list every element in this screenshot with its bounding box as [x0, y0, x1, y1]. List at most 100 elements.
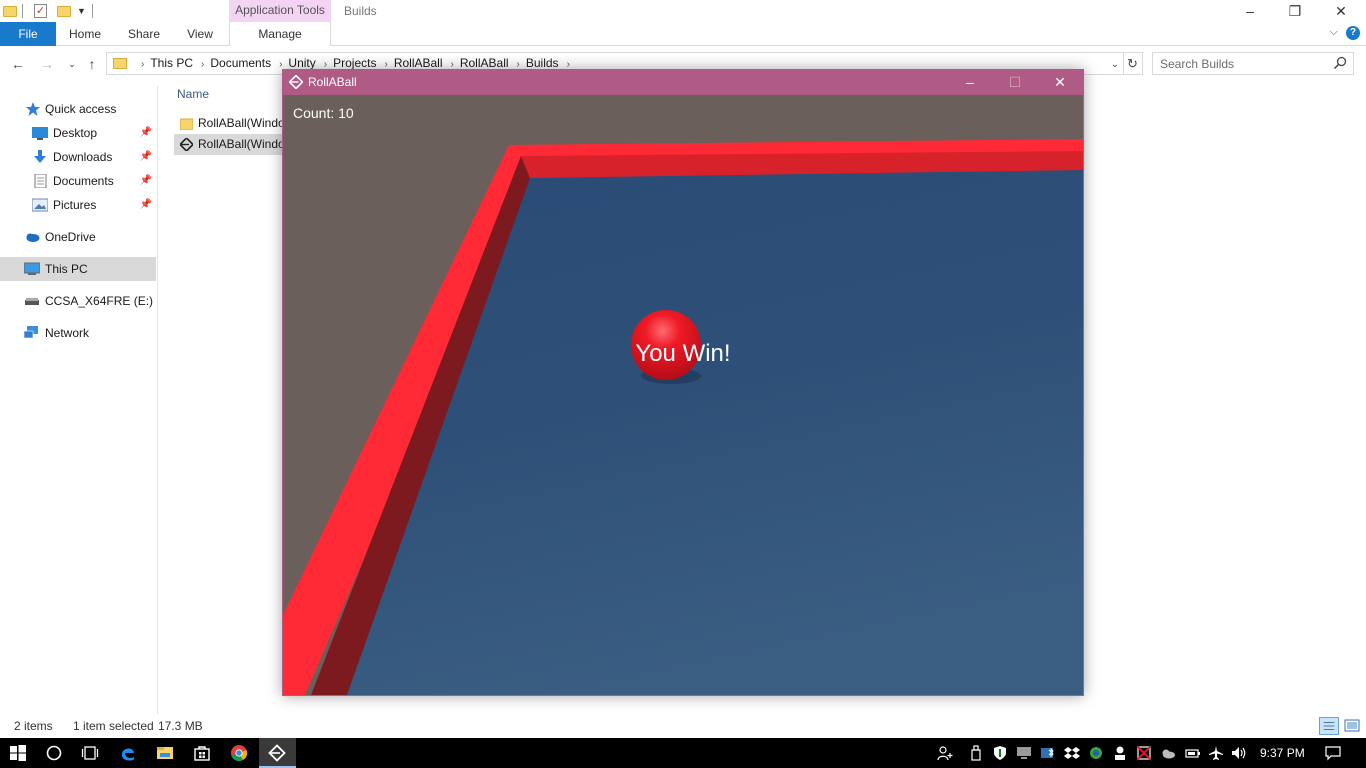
game-window: RollABall – ☐ ✕ Count: 10 You Win!: [282, 69, 1084, 696]
refresh-icon[interactable]: ↻: [1123, 52, 1143, 75]
action-center-icon[interactable]: [1325, 745, 1341, 761]
nav-item-label: Pictures: [53, 198, 97, 212]
nav-item-desktop[interactable]: Desktop 📌: [0, 121, 156, 145]
star-icon: [26, 102, 40, 116]
restore-button[interactable]: ❐: [1272, 0, 1318, 22]
breadcrumb-item[interactable]: Unity: [288, 56, 315, 70]
nav-item-drive[interactable]: CCSA_X64FRE (E:): [0, 289, 156, 313]
edge-icon: [121, 748, 134, 761]
help-icon[interactable]: ?: [1346, 26, 1360, 40]
status-bar: 2 items 1 item selected 17.3 MB: [0, 714, 1366, 738]
tab-manage[interactable]: Manage: [229, 22, 331, 46]
user-icon[interactable]: [1112, 745, 1128, 761]
taskbar-file-explorer[interactable]: [147, 738, 184, 768]
forward-arrow-icon[interactable]: →: [38, 55, 56, 73]
minimize-button[interactable]: –: [1227, 0, 1273, 22]
close-button[interactable]: ✕: [1037, 70, 1083, 95]
display-icon[interactable]: [1016, 745, 1032, 761]
breadcrumb-item[interactable]: RollABall: [460, 56, 509, 70]
chevron-down-icon[interactable]: ⌄: [1111, 54, 1119, 75]
large-icons-view-icon[interactable]: [1344, 717, 1360, 735]
back-arrow-icon[interactable]: ←: [9, 55, 27, 73]
expand-ribbon-icon[interactable]: ⌵: [1330, 26, 1338, 39]
item-count: 2 items: [14, 719, 53, 733]
folder-icon: [180, 118, 193, 130]
minimize-button[interactable]: –: [947, 70, 993, 95]
blocked-app-icon[interactable]: [1136, 745, 1152, 761]
pin-icon[interactable]: 📌: [140, 121, 152, 145]
new-folder-icon[interactable]: [57, 6, 71, 17]
pin-icon[interactable]: 📌: [140, 193, 152, 217]
window-title: Builds: [344, 4, 377, 18]
breadcrumb-item[interactable]: Builds: [526, 56, 559, 70]
battery-icon[interactable]: [1185, 745, 1201, 761]
nav-item-documents[interactable]: Documents 📌: [0, 169, 156, 193]
properties-icon[interactable]: ✓: [34, 4, 47, 18]
people-icon[interactable]: [937, 745, 953, 761]
nav-item-onedrive[interactable]: OneDrive: [0, 225, 156, 249]
nav-item-label: OneDrive: [45, 230, 96, 244]
column-header-name[interactable]: Name: [177, 87, 209, 101]
breadcrumb-item[interactable]: Documents: [210, 56, 271, 70]
nav-item-pictures[interactable]: Pictures 📌: [0, 193, 156, 217]
nav-item-downloads[interactable]: Downloads 📌: [0, 145, 156, 169]
tab-file[interactable]: File: [0, 22, 56, 46]
separator: [92, 4, 93, 18]
breadcrumb-item[interactable]: This PC: [150, 56, 193, 70]
security-shield-icon[interactable]: [992, 745, 1008, 761]
taskbar-chrome[interactable]: [221, 738, 258, 768]
breadcrumb-item[interactable]: RollABall: [394, 56, 443, 70]
pin-icon[interactable]: 📌: [140, 169, 152, 193]
search-input[interactable]: [1153, 53, 1323, 74]
document-icon: [34, 174, 47, 188]
desktop-icon: [32, 127, 48, 140]
download-icon: [34, 150, 46, 163]
list-item[interactable]: RollABall(Windo: [174, 134, 284, 155]
count-label: Count: 10: [293, 105, 354, 121]
taskbar-unity-game[interactable]: [259, 738, 296, 768]
volume-icon[interactable]: [1231, 745, 1247, 761]
recent-locations-icon[interactable]: ⌄: [63, 55, 81, 73]
nav-item-network[interactable]: Network: [0, 321, 156, 345]
breadcrumb-item[interactable]: Projects: [333, 56, 376, 70]
nav-item-quick-access[interactable]: Quick access: [0, 97, 156, 121]
close-button[interactable]: ✕: [1318, 0, 1364, 22]
clock[interactable]: 9:37 PM: [1260, 738, 1305, 768]
game-viewport[interactable]: Count: 10 You Win!: [283, 95, 1083, 695]
chevron-right-icon[interactable]: ›: [141, 59, 144, 70]
folder-icon: [3, 6, 17, 17]
nav-item-label: Network: [45, 326, 90, 340]
airplane-mode-icon[interactable]: [1208, 745, 1224, 761]
win-message: You Win!: [635, 340, 731, 367]
details-view-icon[interactable]: [1319, 717, 1339, 735]
list-item[interactable]: RollABall(Windo: [174, 113, 284, 134]
bluetooth-device-icon[interactable]: [1040, 745, 1056, 761]
chevron-right-icon[interactable]: ›: [201, 59, 204, 70]
file-explorer-icon: [157, 747, 173, 759]
onedrive-icon[interactable]: [1160, 745, 1176, 761]
tab-home[interactable]: Home: [62, 22, 108, 46]
pin-icon[interactable]: 📌: [140, 145, 152, 169]
search-box[interactable]: [1152, 52, 1354, 75]
start-button[interactable]: [0, 738, 37, 768]
folder-icon: [113, 58, 127, 69]
tab-view[interactable]: View: [178, 22, 222, 46]
maximize-button[interactable]: ☐: [992, 70, 1038, 95]
unity-icon: [289, 75, 303, 89]
taskbar-edge[interactable]: [110, 738, 147, 768]
search-icon[interactable]: [1333, 56, 1347, 70]
task-view-icon: [81, 746, 99, 760]
dropbox-icon[interactable]: [1064, 745, 1080, 761]
usb-drive-icon[interactable]: [968, 745, 984, 761]
cortana-button[interactable]: [36, 738, 73, 768]
nav-item-this-pc[interactable]: This PC: [0, 257, 156, 281]
customize-toolbar-icon[interactable]: ▼: [77, 6, 86, 22]
up-arrow-icon[interactable]: ↑: [83, 55, 101, 73]
nav-item-label: This PC: [45, 262, 88, 276]
task-view-button[interactable]: [72, 738, 109, 768]
nav-item-label: Documents: [53, 174, 114, 188]
computer-icon: [24, 262, 40, 275]
sync-icon[interactable]: [1088, 745, 1104, 761]
taskbar-store[interactable]: [184, 738, 221, 768]
tab-share[interactable]: Share: [122, 22, 166, 46]
